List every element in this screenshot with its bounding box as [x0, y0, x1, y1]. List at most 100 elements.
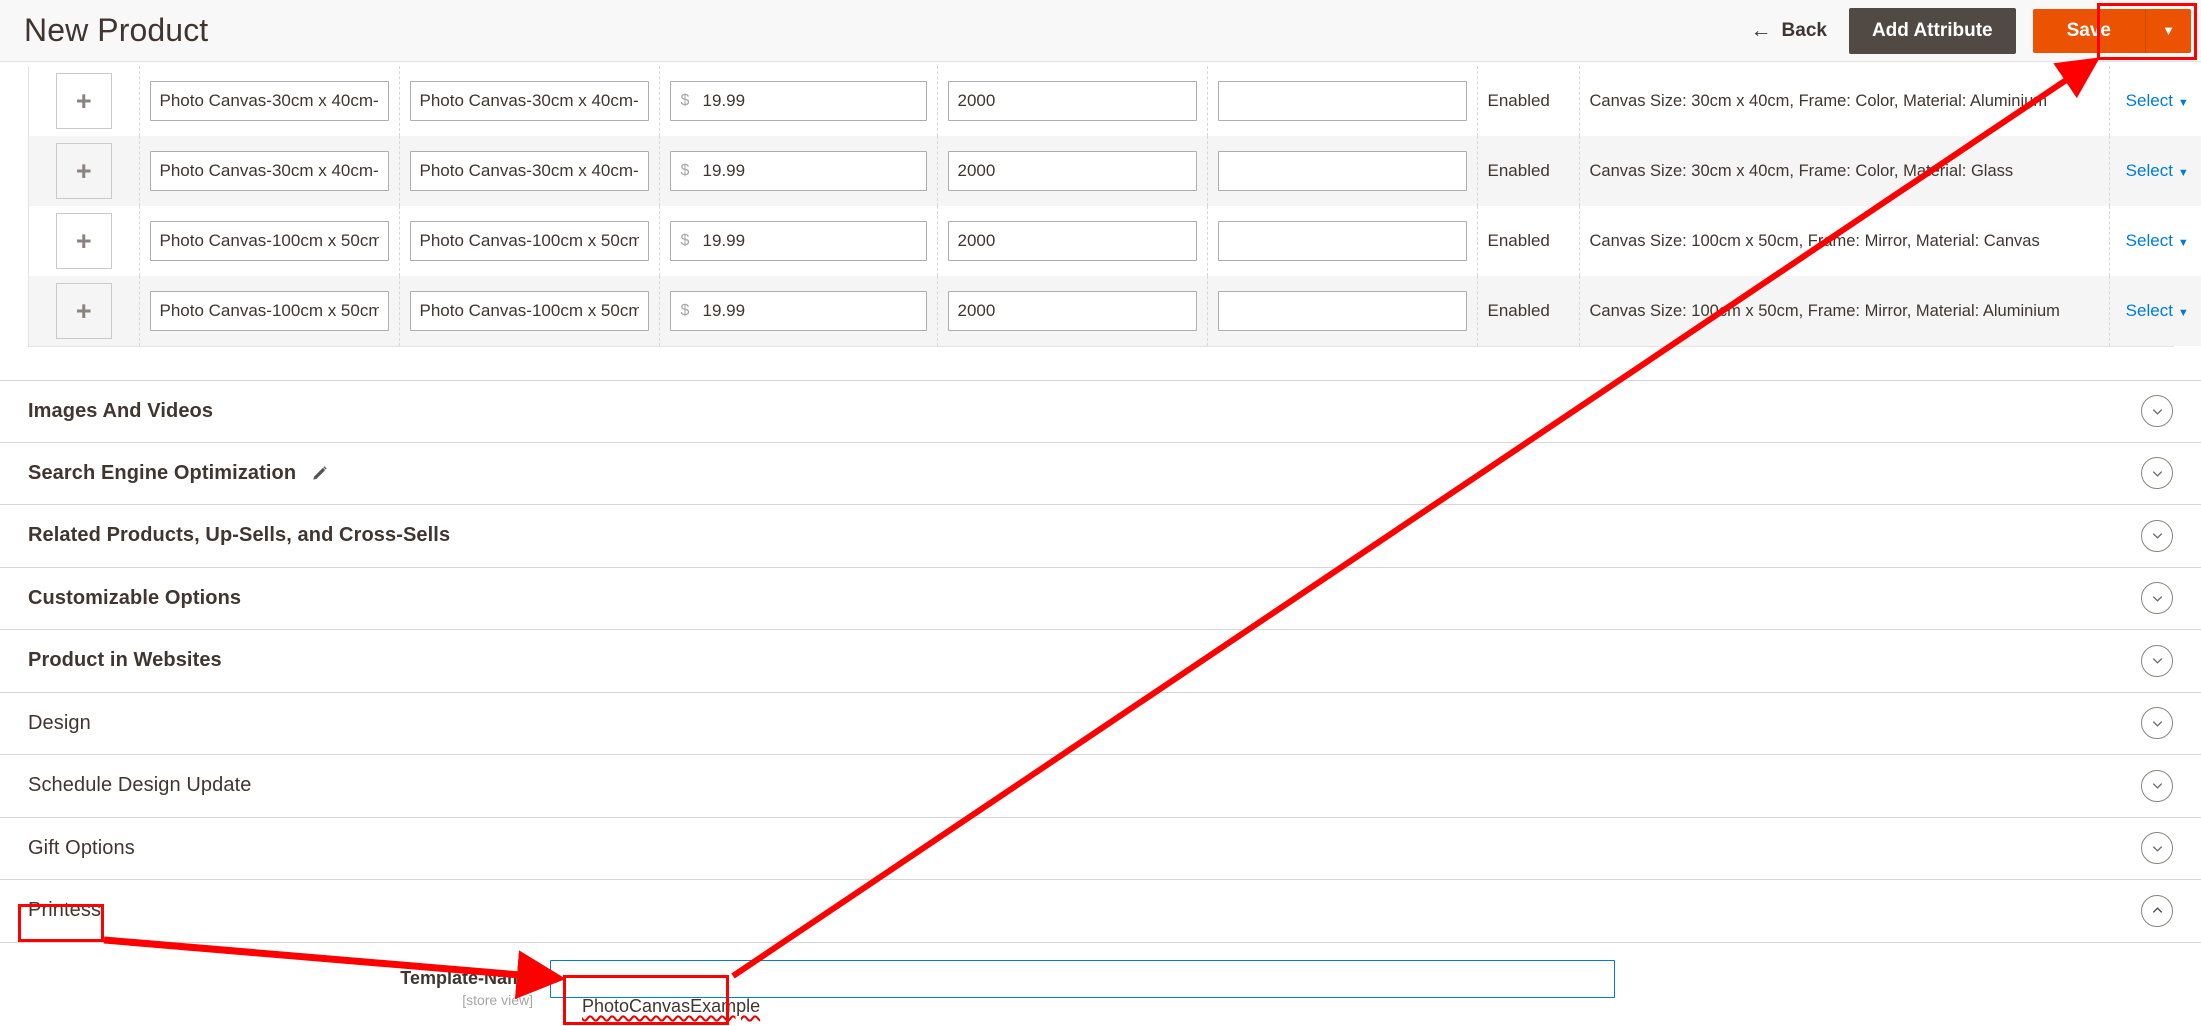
section-product-in-websites[interactable]: Product in Websites — [0, 630, 2201, 693]
row-select-label: Select — [2125, 91, 2173, 110]
drag-plus-icon[interactable]: + — [55, 73, 112, 129]
variation-weight-input[interactable] — [1217, 221, 1467, 261]
variation-price-input[interactable] — [669, 81, 927, 121]
row-weight-cell — [1207, 206, 1478, 276]
row-quantity-cell — [937, 206, 1208, 276]
chevron-down-icon[interactable] — [2141, 769, 2173, 802]
save-button[interactable]: Save — [2032, 8, 2145, 53]
printess-panel: Template-Name [store view] — [0, 950, 2201, 1026]
row-sku-cell — [399, 206, 660, 276]
row-name-cell — [139, 276, 400, 346]
row-select-action[interactable]: Select ▼ — [2126, 231, 2189, 250]
variation-price-input[interactable] — [669, 291, 927, 331]
row-status-cell: Enabled — [1477, 206, 1580, 276]
chevron-down-icon[interactable] — [2141, 457, 2173, 490]
row-select-action[interactable]: Select ▼ — [2126, 91, 2189, 110]
variation-weight-input[interactable] — [1217, 291, 1467, 331]
variation-sku-input[interactable] — [409, 221, 649, 261]
save-options-caret-down-icon[interactable]: ▼ — [2145, 8, 2191, 53]
row-quantity-cell — [937, 276, 1208, 346]
save-button-group: Save ▼ — [2032, 8, 2191, 53]
variation-quantity-input[interactable] — [947, 291, 1197, 331]
variation-name-input[interactable] — [149, 81, 389, 121]
chevron-down-icon[interactable] — [2141, 582, 2173, 615]
variation-quantity-input[interactable] — [947, 221, 1197, 261]
variation-price-input[interactable] — [669, 221, 927, 261]
page-header: New Product ← Back Add Attribute Save ▼ — [0, 0, 2201, 62]
row-sku-cell — [399, 66, 660, 136]
chevron-down-icon[interactable] — [2141, 519, 2173, 552]
row-price-cell: $ — [659, 276, 938, 346]
table-row: + $ — [29, 276, 2201, 346]
row-handle-cell: + — [29, 66, 140, 136]
chevron-up-icon[interactable] — [2141, 894, 2173, 927]
section-gift-options[interactable]: Gift Options — [0, 817, 2201, 880]
section-design[interactable]: Design — [0, 692, 2201, 755]
section-title: Customizable Options — [28, 586, 242, 609]
section-images-and-videos[interactable]: Images And Videos — [0, 380, 2201, 443]
section-search-engine-optimization[interactable]: Search Engine Optimization — [0, 442, 2201, 505]
row-select-action[interactable]: Select ▼ — [2126, 161, 2189, 180]
drag-plus-icon[interactable]: + — [55, 213, 112, 269]
chevron-down-icon[interactable] — [2141, 832, 2173, 865]
row-price-cell: $ — [659, 66, 938, 136]
row-handle-cell: + — [29, 276, 140, 346]
row-action-cell: Select ▼ — [2109, 136, 2201, 206]
row-status-cell: Enabled — [1477, 66, 1580, 136]
row-attributes-cell: Canvas Size: 100cm x 50cm, Frame: Mirror… — [1579, 276, 2110, 346]
variation-sku-input[interactable] — [409, 151, 649, 191]
row-price-cell: $ — [659, 206, 938, 276]
table-row: + $ — [29, 206, 2201, 276]
variation-weight-input[interactable] — [1217, 151, 1467, 191]
variation-name-input[interactable] — [149, 221, 389, 261]
row-price-cell: $ — [659, 136, 938, 206]
template-name-input[interactable] — [550, 960, 1615, 998]
product-variations-table: + $ — [28, 66, 2201, 347]
row-action-cell: Select ▼ — [2109, 66, 2201, 136]
section-customizable-options[interactable]: Customizable Options — [0, 567, 2201, 630]
section-schedule-design-update[interactable]: Schedule Design Update — [0, 755, 2201, 818]
row-name-cell — [139, 66, 400, 136]
variation-price-input[interactable] — [669, 151, 927, 191]
row-name-cell — [139, 136, 400, 206]
drag-plus-icon[interactable]: + — [55, 283, 112, 339]
row-action-cell: Select ▼ — [2109, 206, 2201, 276]
variation-name-input[interactable] — [149, 151, 389, 191]
template-name-control — [550, 960, 1615, 998]
template-name-field-row: Template-Name [store view] — [0, 950, 2201, 1008]
chevron-down-icon[interactable] — [2141, 707, 2173, 740]
variation-attributes-text: Canvas Size: 100cm x 50cm, Frame: Mirror… — [1589, 231, 2040, 250]
variation-name-input[interactable] — [149, 291, 389, 331]
chevron-down-icon[interactable] — [2141, 644, 2173, 677]
drag-plus-icon[interactable]: + — [55, 143, 112, 199]
row-handle-cell: + — [29, 206, 140, 276]
chevron-down-icon[interactable] — [2141, 395, 2173, 428]
status-badge: Enabled — [1487, 91, 1550, 110]
row-status-cell: Enabled — [1477, 136, 1580, 206]
pencil-icon[interactable] — [310, 464, 329, 483]
table-row: + $ — [29, 66, 2201, 136]
row-status-cell: Enabled — [1477, 276, 1580, 346]
back-button[interactable]: ← Back — [1729, 20, 1849, 42]
status-badge: Enabled — [1487, 231, 1550, 250]
template-name-label: Template-Name — [400, 968, 533, 988]
row-select-label: Select — [2125, 301, 2173, 320]
variation-sku-input[interactable] — [409, 291, 649, 331]
section-title: Design — [28, 711, 91, 734]
section-related-products-up-sells-and-cross-sells[interactable]: Related Products, Up-Sells, and Cross-Se… — [0, 505, 2201, 568]
row-quantity-cell — [937, 136, 1208, 206]
status-badge: Enabled — [1487, 161, 1550, 180]
variation-weight-input[interactable] — [1217, 81, 1467, 121]
back-button-label: Back — [1781, 19, 1827, 41]
caret-down-icon: ▼ — [2177, 237, 2189, 249]
text-cursor-caret — [727, 986, 729, 1010]
variation-quantity-input[interactable] — [947, 81, 1197, 121]
variation-sku-input[interactable] — [409, 81, 649, 121]
section-printess[interactable]: Printess — [0, 880, 2201, 943]
table-row: + $ — [29, 136, 2201, 206]
row-select-label: Select — [2125, 231, 2173, 250]
variations-table-body: + $ — [29, 66, 2201, 346]
row-select-action[interactable]: Select ▼ — [2126, 301, 2189, 320]
add-attribute-button[interactable]: Add Attribute — [1848, 7, 2016, 54]
variation-quantity-input[interactable] — [947, 151, 1197, 191]
